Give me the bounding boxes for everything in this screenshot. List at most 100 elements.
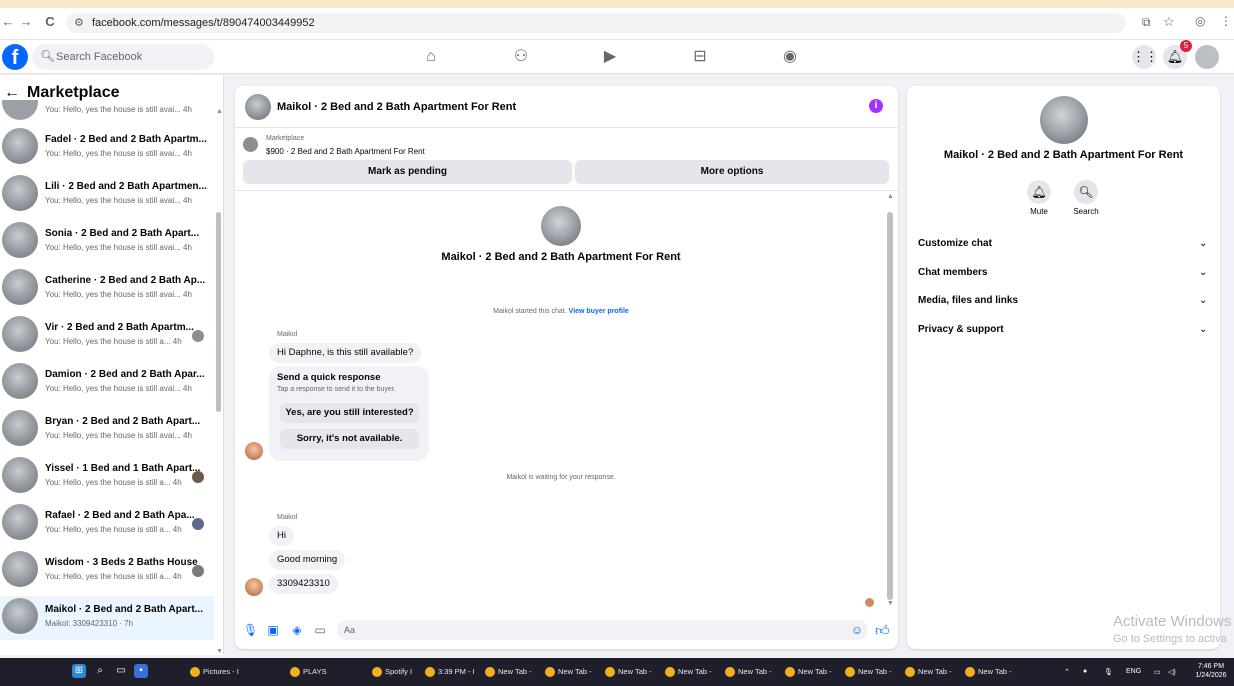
- reload-icon[interactable]: C: [42, 14, 58, 30]
- quick-reply-interested-button[interactable]: Yes, are you still interested?: [280, 403, 419, 423]
- chat-members-item[interactable]: Chat members: [918, 267, 987, 278]
- taskbar-window-item[interactable]: New Tab -: [545, 662, 592, 682]
- tray-app-icon[interactable]: ●: [1083, 668, 1087, 675]
- taskbar-window-item[interactable]: New Tab -: [905, 662, 952, 682]
- message-sender: Maikol: [277, 514, 298, 521]
- profile-icon[interactable]: ◎: [1195, 14, 1205, 28]
- microphone-icon[interactable]: 🎙︎: [243, 623, 258, 637]
- quick-reply-not-available-button[interactable]: Sorry, it's not available.: [280, 429, 419, 449]
- taskbar-window-item[interactable]: New Tab -: [845, 662, 892, 682]
- app-icon[interactable]: ▪: [134, 664, 148, 678]
- language-indicator[interactable]: ENG: [1126, 668, 1141, 675]
- chevron-down-icon[interactable]: ⌄: [1199, 324, 1207, 335]
- conversation-item[interactable]: Yissel · 1 Bed and 1 Bath Apart... You: H…: [0, 455, 214, 499]
- friends-icon[interactable]: ⚇: [509, 46, 533, 68]
- conversation-item[interactable]: Lili · 2 Bed and 2 Bath Apartmen... You: …: [0, 173, 214, 217]
- mark-as-pending-button[interactable]: Mark as pending: [243, 160, 572, 184]
- chat-scroll-up-icon[interactable]: ▲: [887, 193, 894, 200]
- chevron-down-icon[interactable]: ⌄: [1199, 295, 1207, 306]
- conversation-title: Fadel · 2 Bed and 2 Bath Apartm...: [45, 134, 207, 145]
- privacy-support-item[interactable]: Privacy & support: [918, 324, 1004, 335]
- taskbar-window-item[interactable]: Pictures - I: [190, 662, 239, 682]
- taskbar-window-item[interactable]: Spotify I: [372, 662, 412, 682]
- taskbar-item-label: PLAYS: [303, 667, 327, 676]
- taskbar-window-item[interactable]: New Tab -: [785, 662, 832, 682]
- sender-avatar[interactable]: [245, 442, 263, 460]
- taskbar-search-icon[interactable]: ⌕: [93, 664, 107, 678]
- taskbar-window-item[interactable]: New Tab -: [665, 662, 712, 682]
- app-icon: [485, 667, 495, 678]
- tray-expand-icon[interactable]: ⌃: [1064, 668, 1070, 676]
- message-sender: Maikol: [277, 331, 298, 338]
- listing-price-title[interactable]: $900 · 2 Bed and 2 Bath Apartment For Re…: [266, 147, 425, 156]
- photo-icon[interactable]: ▣: [266, 623, 280, 637]
- info-icon[interactable]: i: [869, 99, 883, 113]
- conversation-item[interactable]: Rafael · 2 Bed and 2 Bath Apa... You: Hel…: [0, 502, 214, 546]
- menu-grid-icon[interactable]: ⋮⋮: [1132, 45, 1158, 69]
- scroll-down-icon[interactable]: ▼: [216, 648, 223, 655]
- url-text[interactable]: facebook.com/messages/t/8904740034499​52: [92, 17, 315, 29]
- conversation-item[interactable]: Bryan · 2 Bed and 2 Bath Apart... You: He…: [0, 408, 214, 452]
- view-buyer-profile-link[interactable]: View buyer profile: [569, 308, 629, 315]
- chat-title[interactable]: Maikol · 2 Bed and 2 Bath Apartment For …: [277, 101, 516, 113]
- mute-bell-icon[interactable]: 🔔︎: [1027, 180, 1051, 204]
- back-icon[interactable]: ←: [0, 14, 16, 30]
- taskbar-window-item[interactable]: New Tab -: [485, 662, 532, 682]
- marketplace-icon[interactable]: ⊟: [688, 46, 712, 68]
- conversation-item[interactable]: Catherine · 2 Bed and 2 Bath Ap... You: H…: [0, 267, 214, 311]
- browser-tab-strip: [0, 0, 1234, 8]
- groups-icon[interactable]: ◉: [778, 46, 802, 68]
- message-input[interactable]: [337, 620, 868, 640]
- taskbar-window-item[interactable]: 3:39 PM - I: [425, 662, 475, 682]
- account-avatar[interactable]: [1195, 45, 1219, 69]
- chat-scrollbar[interactable]: [887, 212, 893, 600]
- conversation-preview: You: Hello, yes the house is still avai.…: [45, 431, 192, 440]
- conversation-avatar: [1040, 96, 1088, 144]
- taskbar-window-item[interactable]: New Tab -: [725, 662, 772, 682]
- home-icon[interactable]: ⌂: [419, 46, 443, 68]
- taskbar-window-item[interactable]: New Tab -: [605, 662, 652, 682]
- conversation-item[interactable]: Fadel · 2 Bed and 2 Bath Apartm... You: H…: [0, 126, 214, 170]
- video-icon[interactable]: ▶: [598, 46, 622, 68]
- conversation-item[interactable]: Damion · 2 Bed and 2 Bath Apar... You: He…: [0, 361, 214, 405]
- browser-menu-icon[interactable]: ⋮: [1220, 14, 1232, 28]
- media-files-links-item[interactable]: Media, files and links: [918, 295, 1018, 306]
- network-icon[interactable]: ▭: [1154, 668, 1161, 676]
- chevron-down-icon[interactable]: ⌄: [1199, 238, 1207, 249]
- volume-icon[interactable]: ◁): [1168, 668, 1176, 676]
- windows-start-icon[interactable]: ⊞: [72, 664, 86, 678]
- emoji-icon[interactable]: ☺: [850, 623, 864, 637]
- taskbar-window-item[interactable]: New Tab -: [965, 662, 1012, 682]
- mute-label: Mute: [1030, 207, 1048, 216]
- bookmark-star-icon[interactable]: ☆: [1163, 14, 1175, 30]
- like-thumb-icon[interactable]: 👍︎: [875, 623, 890, 637]
- sender-avatar[interactable]: [245, 578, 263, 596]
- gif-icon[interactable]: ▭: [313, 623, 327, 637]
- cast-icon[interactable]: ⧉: [1142, 15, 1151, 30]
- chat-scroll-down-icon[interactable]: ▼: [887, 600, 894, 607]
- scroll-up-icon[interactable]: ▲: [216, 108, 223, 115]
- search-conversation-icon[interactable]: 🔍︎: [1074, 180, 1098, 204]
- sidebar-scrollbar[interactable]: [216, 212, 221, 412]
- site-settings-icon[interactable]: ⚙: [74, 16, 84, 29]
- chat-header-avatar[interactable]: [245, 94, 271, 120]
- task-view-icon[interactable]: ▭: [114, 664, 128, 678]
- chevron-down-icon[interactable]: ⌄: [1199, 267, 1207, 278]
- conversation-item[interactable]: Vir · 2 Bed and 2 Bath Apartm... You: Hel…: [0, 314, 214, 358]
- chat-started-text: Maikol started this chat.: [493, 308, 567, 315]
- conversation-item[interactable]: Wisdom · 3 Beds 2 Baths House You: Hello,…: [0, 549, 214, 593]
- conversation-item[interactable]: Maikol · 2 Bed and 2 Bath Apart... Maikol…: [0, 596, 214, 640]
- taskbar-window-item[interactable]: PLAYS: [290, 662, 327, 682]
- customize-chat-item[interactable]: Customize chat: [918, 238, 992, 249]
- listing-thumbnail[interactable]: [243, 137, 258, 152]
- message-input-placeholder: Aa: [344, 625, 356, 635]
- tray-mic-icon[interactable]: 🎙︎: [1104, 668, 1113, 676]
- app-icon: [372, 667, 382, 678]
- facebook-logo-icon[interactable]: f: [2, 44, 28, 70]
- more-options-button[interactable]: More options: [575, 160, 889, 184]
- sticker-icon[interactable]: ◈: [290, 623, 304, 637]
- forward-icon[interactable]: →: [18, 14, 34, 30]
- taskbar-clock[interactable]: 7:46 PM 1/24/2026: [1188, 662, 1234, 680]
- seen-avatar-indicator: [192, 330, 204, 342]
- conversation-item[interactable]: Sonia · 2 Bed and 2 Bath Apart... You: He…: [0, 220, 214, 264]
